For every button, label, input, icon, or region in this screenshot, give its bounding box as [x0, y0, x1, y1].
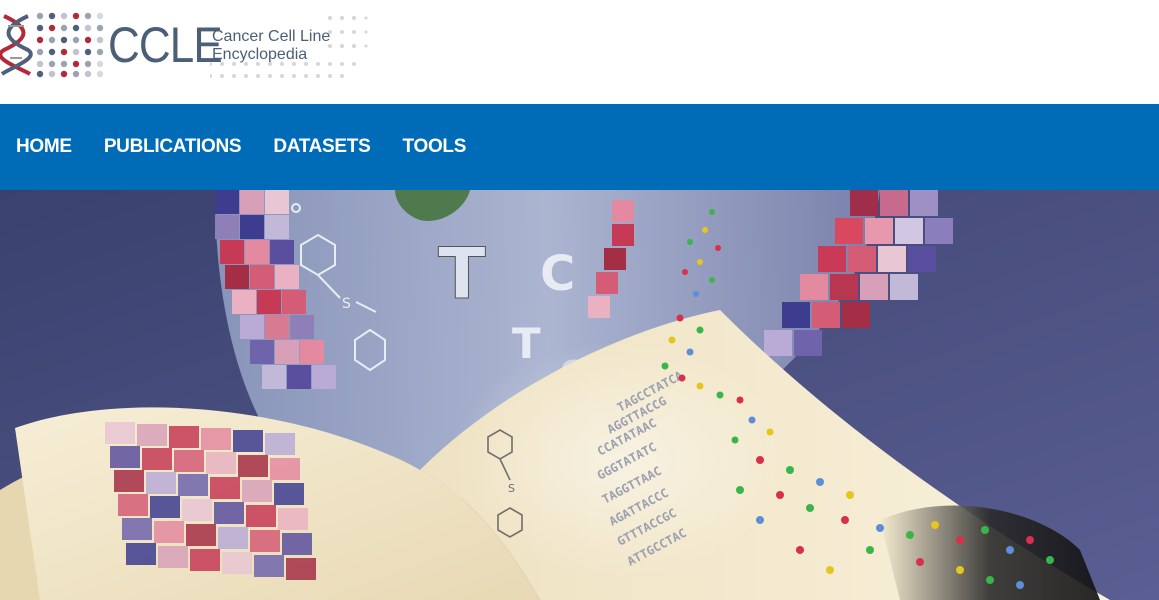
svg-text:S: S	[508, 482, 515, 495]
hero-illustration: T C T G G C S	[0, 190, 1159, 600]
logo-dot-trail	[210, 16, 368, 78]
hero-banner: T C T G G C S	[0, 190, 1159, 600]
ccle-logo[interactable]: CCLE Cancer Cell Line Encyclopedia	[0, 8, 370, 80]
site-header: CCLE Cancer Cell Line Encyclopedia	[0, 0, 1159, 104]
nav-publications[interactable]: PUBLICATIONS	[104, 136, 242, 158]
nav-home[interactable]: HOME	[16, 136, 72, 158]
hero-letter-c1: C	[540, 246, 575, 302]
nav-datasets[interactable]: DATASETS	[273, 136, 370, 158]
hero-letter-t1: T	[438, 233, 486, 315]
logo-acronym: CCLE	[108, 17, 223, 73]
svg-text:S: S	[342, 296, 351, 312]
dna-dots-icon	[0, 12, 104, 78]
nav-tools[interactable]: TOOLS	[403, 136, 467, 158]
main-nav: HOME PUBLICATIONS DATASETS TOOLS	[0, 104, 1159, 190]
